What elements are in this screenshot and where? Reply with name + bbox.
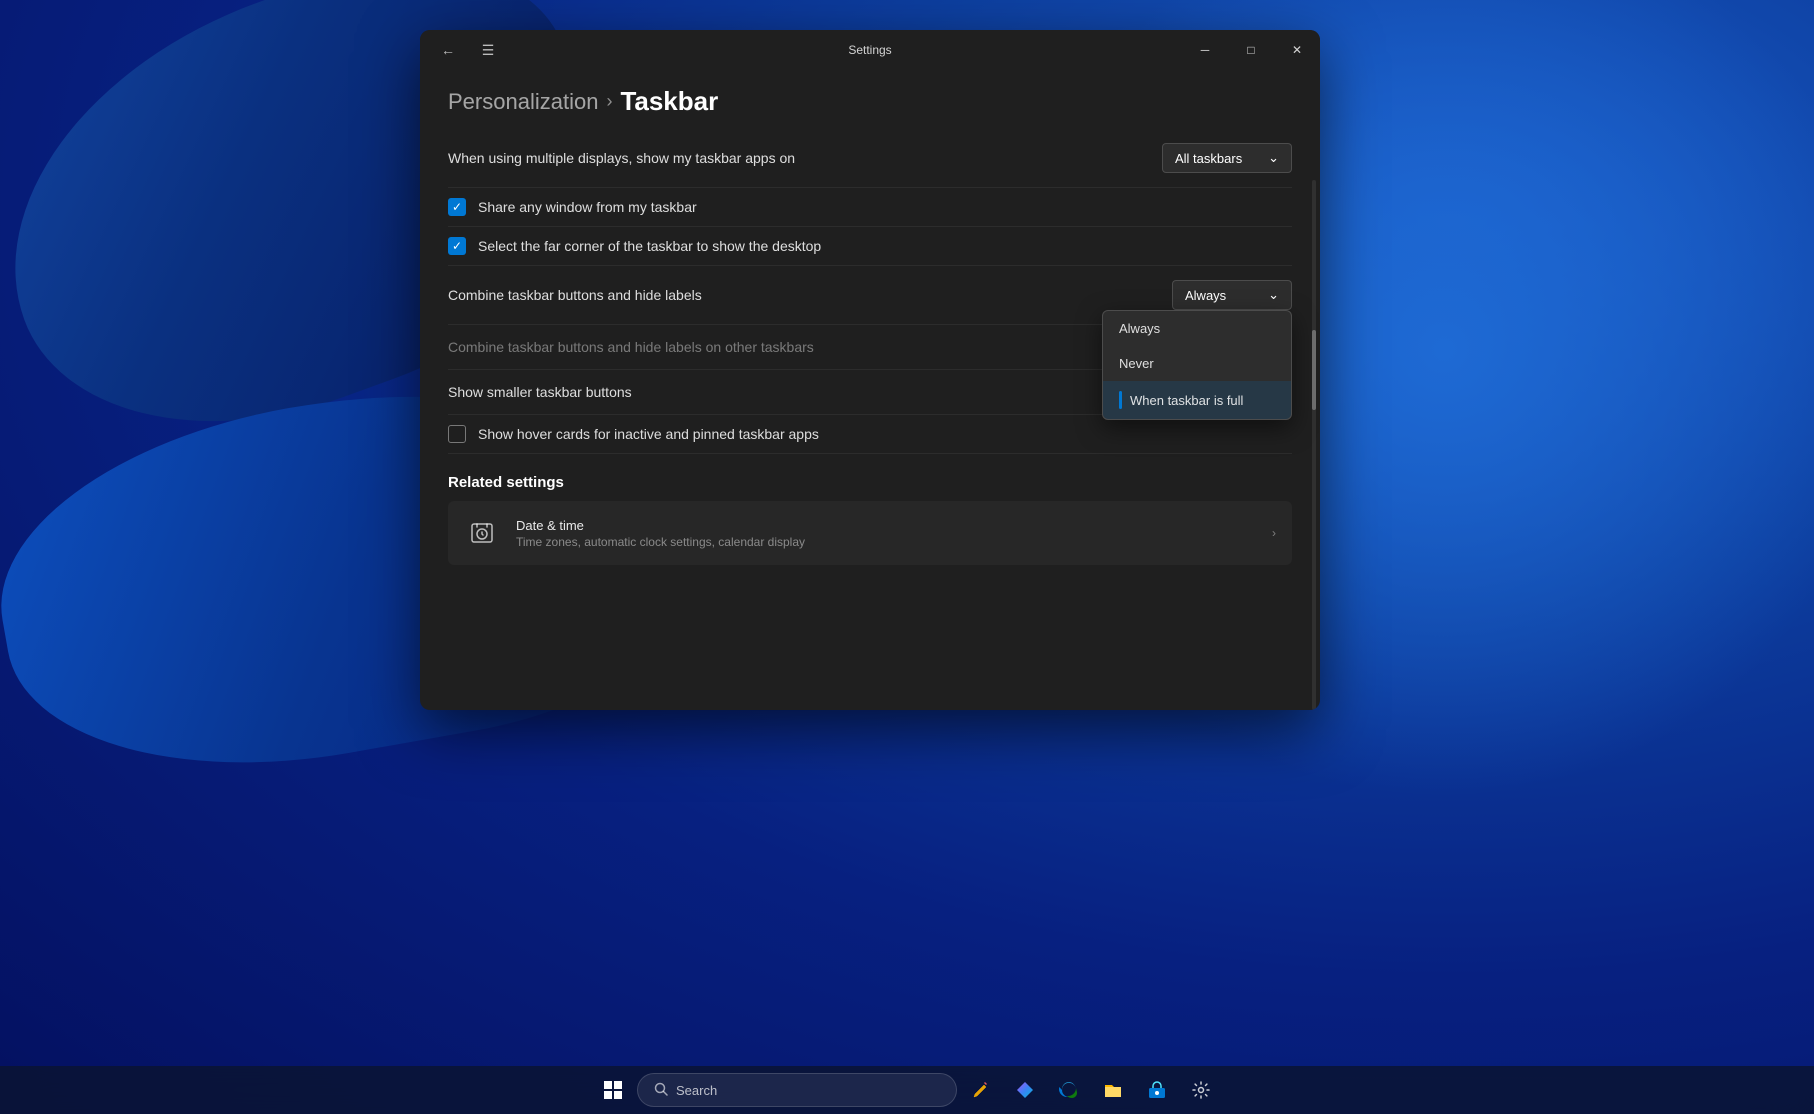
taskbar-copilot[interactable] <box>1005 1070 1045 1110</box>
combine-other-label: Combine taskbar buttons and hide labels … <box>448 339 814 355</box>
share-window-label: Share any window from my taskbar <box>478 199 697 215</box>
hover-cards-label: Show hover cards for inactive and pinned… <box>478 426 819 442</box>
combine-buttons-row: Combine taskbar buttons and hide labels … <box>448 266 1292 325</box>
minimize-button[interactable]: ─ <box>1182 30 1228 70</box>
breadcrumb: Personalization › Taskbar <box>448 86 1292 117</box>
back-button[interactable]: ← <box>432 34 464 66</box>
multiple-displays-dropdown[interactable]: All taskbars ⌄ <box>1162 143 1292 173</box>
share-window-row: ✓ Share any window from my taskbar <box>448 188 1292 227</box>
combine-buttons-dropdown[interactable]: Always ⌄ <box>1172 280 1292 310</box>
taskbar-settings-app[interactable] <box>1181 1070 1221 1110</box>
multiple-displays-label: When using multiple displays, show my ta… <box>448 150 795 166</box>
multiple-displays-row: When using multiple displays, show my ta… <box>448 129 1292 188</box>
datetime-title: Date & time <box>516 518 805 533</box>
hover-cards-row: Show hover cards for inactive and pinned… <box>448 415 1292 454</box>
breadcrumb-separator: › <box>606 91 612 112</box>
related-item-datetime[interactable]: Date & time Time zones, automatic clock … <box>448 501 1292 565</box>
close-button[interactable]: ✕ <box>1274 30 1320 70</box>
multiple-displays-value: All taskbars <box>1175 151 1242 166</box>
combine-buttons-label: Combine taskbar buttons and hide labels <box>448 287 702 303</box>
combine-dropdown-menu: Always Never When taskbar is full <box>1102 310 1292 420</box>
content-area: When using multiple displays, show my ta… <box>420 129 1320 699</box>
dropdown-never-label: Never <box>1119 356 1154 371</box>
scrollbar-thumb[interactable] <box>1312 330 1316 410</box>
smaller-buttons-label: Show smaller taskbar buttons <box>448 384 632 400</box>
settings-window: ← ☰ Settings ─ □ ✕ Personalization › Tas… <box>420 30 1320 710</box>
breadcrumb-parent[interactable]: Personalization <box>448 89 598 115</box>
multiple-displays-chevron-icon: ⌄ <box>1268 150 1279 166</box>
dropdown-option-when-full[interactable]: When taskbar is full <box>1103 381 1291 419</box>
datetime-description: Time zones, automatic clock settings, ca… <box>516 535 805 549</box>
taskbar-edge[interactable] <box>1049 1070 1089 1110</box>
combine-buttons-value: Always <box>1185 288 1226 303</box>
far-corner-label: Select the far corner of the taskbar to … <box>478 238 821 254</box>
taskbar-center: Search <box>593 1070 1221 1110</box>
window-title: Settings <box>848 43 891 57</box>
taskbar-search-text: Search <box>676 1083 717 1098</box>
combine-chevron-icon: ⌄ <box>1268 287 1279 303</box>
start-button[interactable] <box>593 1070 633 1110</box>
related-settings-title: Related settings <box>448 454 1292 501</box>
dropdown-option-never[interactable]: Never <box>1103 346 1291 381</box>
titlebar-nav: ← ☰ <box>432 34 504 66</box>
related-settings-section: Related settings Date & time Time zones,… <box>448 454 1292 565</box>
dropdown-when-full-label: When taskbar is full <box>1130 393 1243 408</box>
menu-button[interactable]: ☰ <box>472 34 504 66</box>
taskbar-search-icon <box>654 1082 668 1099</box>
datetime-icon <box>464 515 500 551</box>
hover-cards-checkbox[interactable] <box>448 425 466 443</box>
far-corner-row: ✓ Select the far corner of the taskbar t… <box>448 227 1292 266</box>
window-titlebar: ← ☰ Settings ─ □ ✕ <box>420 30 1320 70</box>
selected-indicator <box>1119 391 1122 409</box>
window-controls: ─ □ ✕ <box>1182 30 1320 70</box>
share-window-checkbox[interactable]: ✓ <box>448 198 466 216</box>
taskbar-pencil-tools[interactable] <box>961 1070 1001 1110</box>
scrollbar-track <box>1312 180 1316 710</box>
datetime-chevron-icon: › <box>1272 526 1276 540</box>
datetime-text: Date & time Time zones, automatic clock … <box>516 518 805 549</box>
taskbar-file-explorer[interactable] <box>1093 1070 1133 1110</box>
breadcrumb-area: Personalization › Taskbar <box>420 70 1320 129</box>
far-corner-checkbox[interactable]: ✓ <box>448 237 466 255</box>
maximize-button[interactable]: □ <box>1228 30 1274 70</box>
taskbar-microsoft-store[interactable] <box>1137 1070 1177 1110</box>
taskbar: Search <box>0 1066 1814 1114</box>
breadcrumb-current: Taskbar <box>620 86 718 117</box>
taskbar-search[interactable]: Search <box>637 1073 957 1107</box>
dropdown-always-label: Always <box>1119 321 1160 336</box>
dropdown-option-always[interactable]: Always <box>1103 311 1291 346</box>
